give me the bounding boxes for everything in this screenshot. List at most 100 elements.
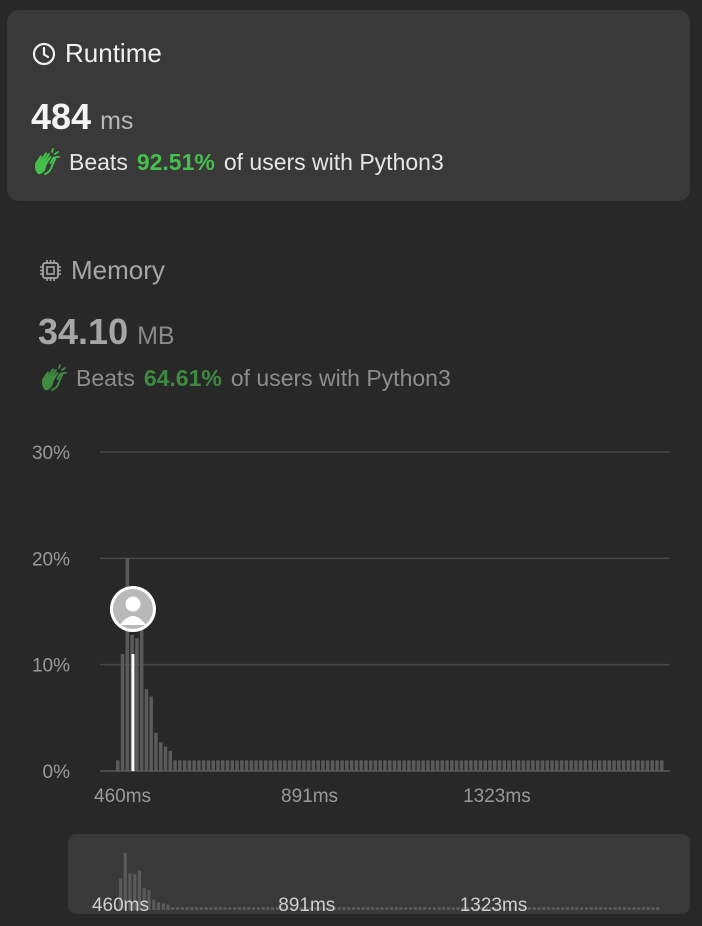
histogram-bar — [368, 760, 373, 771]
overview-bar — [608, 907, 612, 910]
histogram-bar — [407, 760, 411, 771]
memory-beats-row: Beats 64.61% of users with Python3 — [38, 363, 451, 393]
histogram-bar — [602, 760, 607, 771]
overview-bar — [432, 907, 436, 910]
overview-bar — [546, 907, 551, 910]
overview-chart[interactable]: 460ms 891ms 1323ms — [68, 834, 690, 914]
histogram-bar — [249, 760, 254, 771]
runtime-value: 484 — [31, 96, 92, 137]
runtime-beats-label: Beats — [69, 148, 128, 175]
histogram-bar — [330, 760, 335, 771]
histogram-bar — [378, 760, 382, 771]
overview-bar — [237, 907, 241, 910]
histogram-bar — [421, 760, 425, 771]
overview-bar — [347, 907, 351, 910]
memory-unit: MB — [137, 322, 175, 350]
runtime-distribution-chart[interactable]: 0% 10% 20% 30% 460ms 891ms 1323ms — [0, 430, 702, 815]
histogram-bar — [197, 760, 201, 771]
overview-bar — [580, 907, 584, 910]
memory-header[interactable]: Memory — [38, 255, 165, 286]
histogram-bar — [502, 760, 507, 771]
overview-bar — [175, 907, 180, 910]
histogram-bar — [440, 760, 445, 771]
overview-bar — [171, 907, 175, 910]
overview-bar — [190, 907, 194, 910]
overview-bar — [252, 907, 256, 910]
overview-bar — [561, 907, 565, 910]
histogram-bar — [483, 760, 487, 771]
overview-bar — [551, 907, 555, 910]
runtime-beats-row: Beats 92.51% of users with Python3 — [31, 147, 444, 177]
overview-bar — [646, 907, 650, 910]
overview-bar — [404, 907, 408, 910]
histogram-bar — [349, 760, 354, 771]
histogram-bar — [306, 760, 311, 771]
histogram-bar — [612, 760, 616, 771]
histogram-bar — [311, 760, 316, 771]
histogram-bar — [454, 760, 459, 771]
histogram-bar — [292, 760, 297, 771]
histogram-bar — [206, 760, 211, 771]
clapping-hands-icon — [34, 148, 60, 175]
histogram-bar — [445, 760, 449, 771]
histogram-bar — [211, 760, 215, 771]
histogram-bar — [254, 760, 258, 771]
overview-bar — [599, 907, 603, 910]
histogram-bar — [402, 760, 406, 771]
overview-bar — [161, 903, 165, 910]
overview-bar — [204, 907, 208, 910]
overview-bar — [199, 907, 203, 910]
histogram-bar — [492, 760, 497, 771]
histogram-bar — [316, 760, 320, 771]
overview-bar — [380, 907, 384, 910]
histogram-bar — [640, 760, 645, 771]
histogram-bar — [597, 760, 602, 771]
histogram-bar — [325, 760, 330, 771]
overview-bar — [637, 907, 641, 910]
histogram-bar — [545, 760, 549, 771]
histogram-bar — [574, 760, 578, 771]
histogram-bar — [287, 760, 292, 771]
memory-beats-label: Beats — [76, 364, 135, 391]
overview-bar — [442, 907, 446, 910]
overview-bar — [337, 907, 341, 910]
histogram-bar — [154, 732, 158, 771]
overview-bar — [427, 907, 432, 910]
histogram-bar — [263, 760, 268, 771]
histogram-bar — [144, 689, 149, 771]
overview-bar — [228, 907, 232, 910]
overview-bar — [185, 907, 189, 910]
histogram-bar — [650, 760, 654, 771]
overview-bar — [242, 907, 246, 910]
histogram-bar — [535, 760, 540, 771]
histogram-bar — [516, 760, 521, 771]
overview-bar — [413, 907, 417, 910]
overview-bar — [589, 907, 593, 910]
histogram-bar — [116, 760, 120, 771]
chart-range-overview[interactable]: 460ms 891ms 1323ms — [68, 834, 690, 914]
overview-bar — [584, 907, 589, 910]
histogram-bar — [469, 760, 473, 771]
overview-bar — [575, 907, 579, 910]
histogram-bar — [464, 760, 468, 771]
avatar[interactable] — [109, 586, 156, 633]
chip-icon — [40, 260, 61, 281]
histogram-bar — [383, 760, 387, 771]
overview-bar — [366, 907, 370, 910]
overview-bar — [342, 907, 346, 910]
overview-bar — [370, 907, 375, 910]
overview-bar — [627, 907, 631, 910]
overview-bar — [556, 907, 560, 910]
histogram-bar — [588, 760, 592, 771]
overview-bar — [622, 907, 627, 910]
runtime-unit: ms — [100, 107, 134, 135]
overview-bar — [656, 907, 660, 910]
overview-bar — [256, 907, 260, 910]
histogram-bar — [459, 760, 464, 771]
histogram-bar — [345, 760, 349, 771]
histogram-bar — [335, 760, 340, 771]
histogram-bar — [636, 760, 640, 771]
overview-bar — [594, 907, 598, 910]
overview-bar — [213, 907, 218, 910]
overview-bar — [394, 907, 398, 910]
